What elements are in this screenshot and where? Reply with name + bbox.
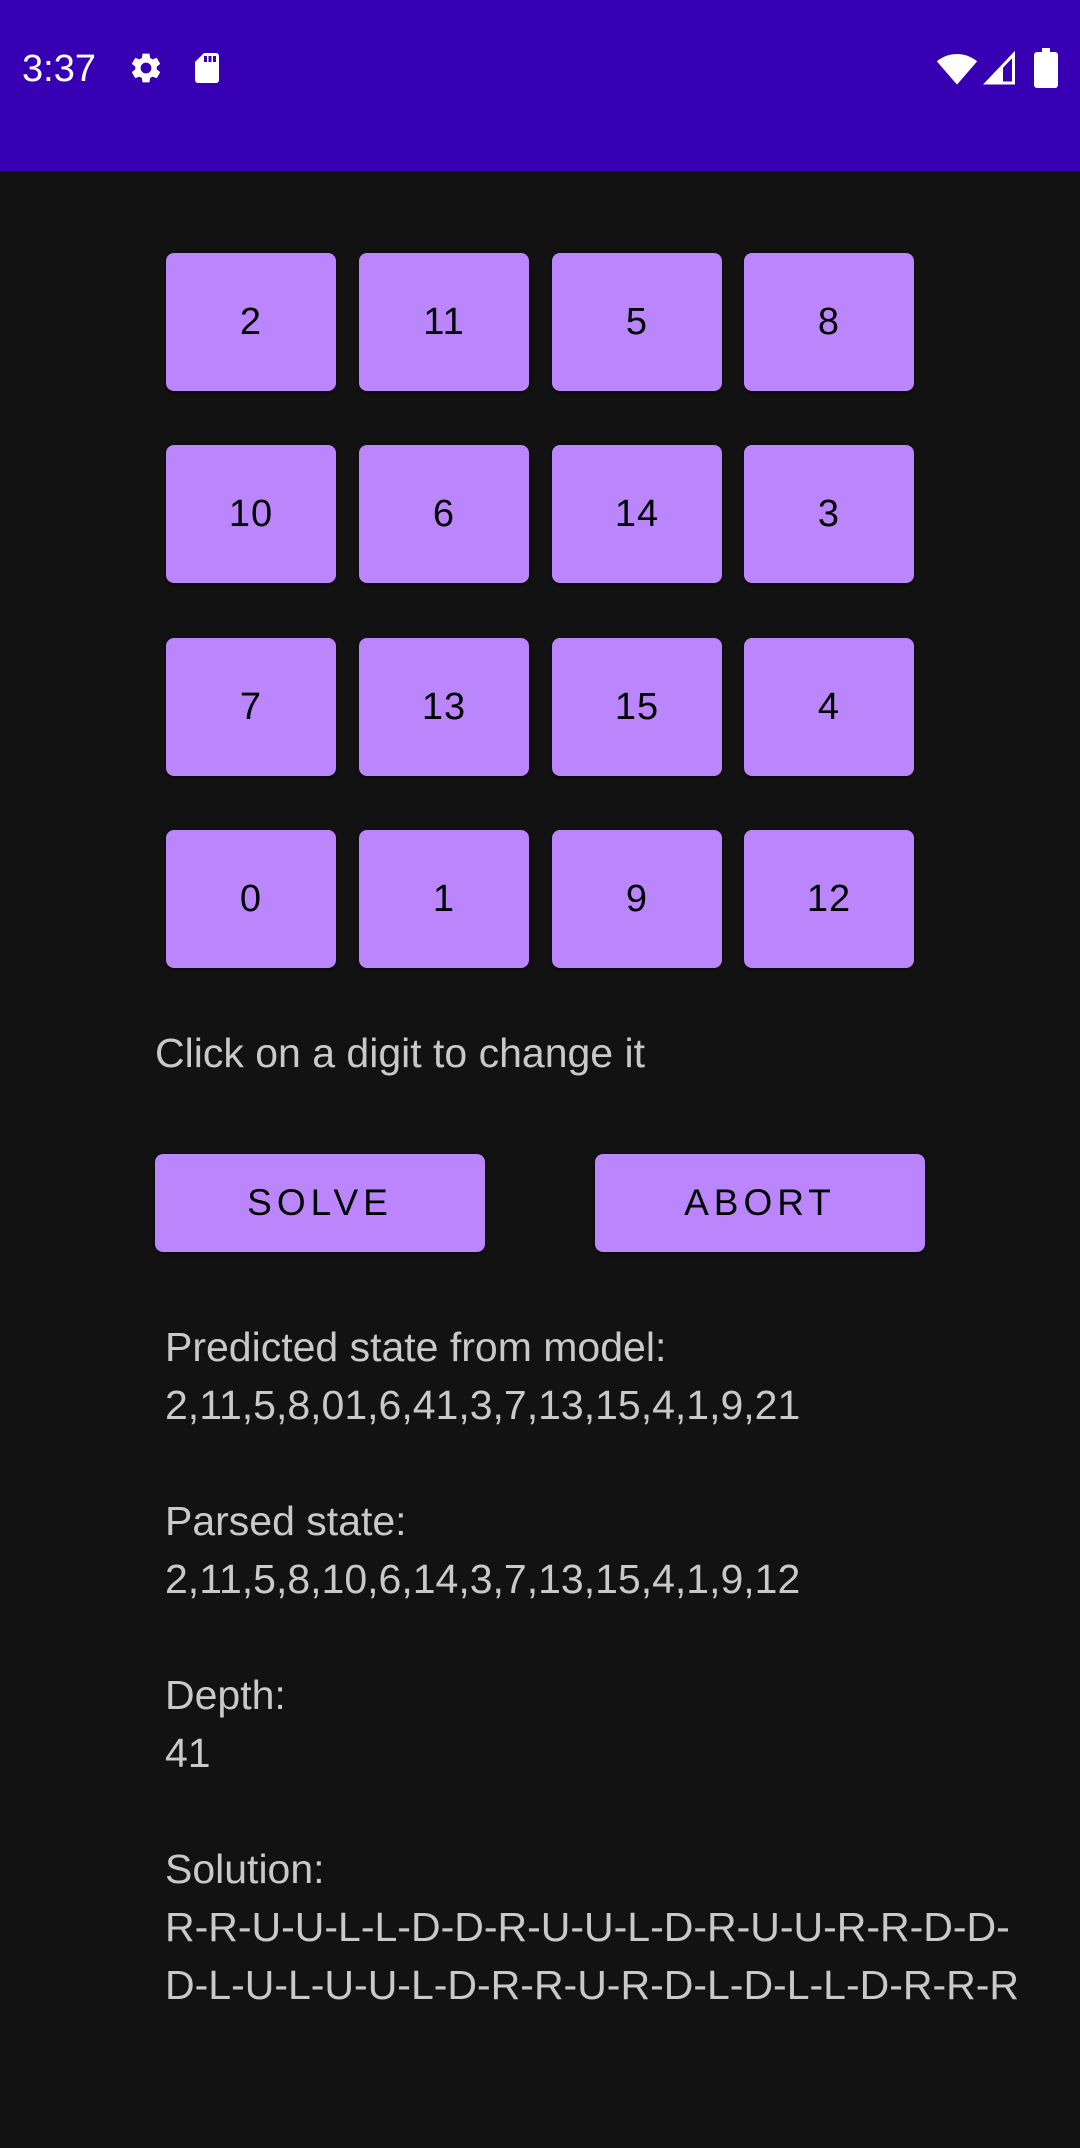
puzzle-tile[interactable]: 1	[359, 830, 529, 968]
cell-signal-icon	[983, 50, 1015, 85]
predicted-state-label: Predicted state from model:	[165, 1324, 667, 1370]
hint-text: Click on a digit to change it	[155, 1030, 645, 1076]
solution-label: Solution:	[165, 1846, 325, 1892]
puzzle-tile[interactable]: 11	[359, 253, 529, 391]
puzzle-tile[interactable]: 3	[744, 445, 914, 583]
puzzle-tile[interactable]: 15	[552, 638, 722, 776]
puzzle-tile[interactable]: 13	[359, 638, 529, 776]
puzzle-tile[interactable]: 7	[166, 638, 336, 776]
solution-section: Solution: R-R-U-U-L-L-D-D-R-U-U-L-D-R-U-…	[165, 1840, 1065, 2014]
gear-icon	[131, 53, 161, 83]
depth-value: 41	[165, 1730, 211, 1776]
results-panel: Predicted state from model: 2,11,5,8,01,…	[165, 1318, 1065, 2072]
puzzle-tile[interactable]: 6	[359, 445, 529, 583]
solution-value-line: R-R-U-U-L-L-D-D-R-U-U-L-D-R-U-U-R-R-D-D-	[165, 1904, 1010, 1950]
puzzle-tile[interactable]: 0	[166, 830, 336, 968]
sd-card-icon	[195, 53, 219, 83]
puzzle-tile[interactable]: 2	[166, 253, 336, 391]
solve-button[interactable]: SOLVE	[155, 1154, 485, 1252]
predicted-state-value: 2,11,5,8,01,6,41,3,7,13,15,4,1,9,21	[165, 1382, 801, 1428]
parsed-state-section: Parsed state: 2,11,5,8,10,6,14,3,7,13,15…	[165, 1492, 1065, 1608]
parsed-state-value: 2,11,5,8,10,6,14,3,7,13,15,4,1,9,12	[165, 1556, 801, 1602]
predicted-state-section: Predicted state from model: 2,11,5,8,01,…	[165, 1318, 1065, 1434]
abort-button[interactable]: ABORT	[595, 1154, 925, 1252]
status-bar: 3:37	[0, 0, 1080, 171]
battery-icon	[1034, 48, 1058, 88]
puzzle-tile[interactable]: 8	[744, 253, 914, 391]
parsed-state-label: Parsed state:	[165, 1498, 407, 1544]
solution-value-line: D-L-U-L-U-U-L-D-R-R-U-R-D-L-D-L-L-D-R-R-…	[165, 1962, 1020, 2008]
puzzle-tile[interactable]: 10	[166, 445, 336, 583]
depth-section: Depth: 41	[165, 1666, 1065, 1782]
wifi-icon	[936, 54, 978, 85]
puzzle-tile[interactable]: 4	[744, 638, 914, 776]
puzzle-tile[interactable]: 9	[552, 830, 722, 968]
puzzle-tile[interactable]: 14	[552, 445, 722, 583]
status-time: 3:37	[22, 48, 96, 90]
puzzle-tile[interactable]: 5	[552, 253, 722, 391]
puzzle-tile[interactable]: 12	[744, 830, 914, 968]
depth-label: Depth:	[165, 1672, 286, 1718]
